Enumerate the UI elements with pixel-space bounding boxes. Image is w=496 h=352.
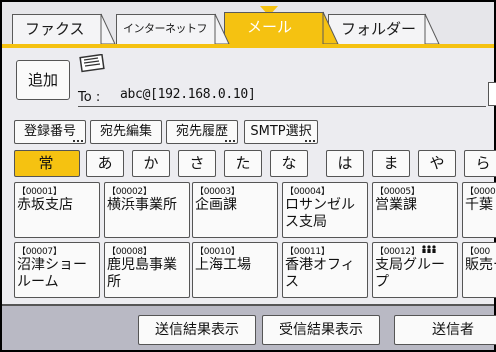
entry-code: 【00011】	[285, 247, 330, 257]
entry-code: 【00003】	[195, 187, 240, 197]
more-dots-icon	[305, 139, 315, 142]
index-tab-row: 常 用 あ か さ た な は ま や ら	[2, 148, 496, 197]
entry-name: 支局グループ	[375, 257, 445, 290]
entry-name: 沼津ショールーム	[17, 257, 87, 290]
destination-entry[interactable]: 【00002】 横浜事業所	[104, 182, 190, 238]
destination-grid: 【00001】 赤坂支店 【00002】 横浜事業所 【00003】 企画課 【000…	[2, 180, 496, 304]
received-results-button[interactable]: 受信結果表示	[262, 315, 380, 345]
tab-slants-icon	[100, 11, 440, 45]
destination-entry[interactable]: 【00010】 上海工場	[192, 242, 278, 298]
index-ra[interactable]: ら	[464, 150, 496, 177]
index-ka[interactable]: か	[132, 150, 170, 177]
entry-code: 【00005】	[375, 187, 420, 197]
destination-entry[interactable]: 【0000 千葉	[462, 182, 496, 238]
sent-results-button[interactable]: 送信結果表示	[138, 315, 256, 345]
to-label: To :	[78, 90, 101, 105]
entry-name: 香港オフィス	[285, 257, 355, 290]
destination-entry[interactable]: 【00005】 営業課	[372, 182, 458, 238]
entry-name: 上海工場	[195, 257, 251, 273]
entry-name: ロサンゼルス支局	[285, 197, 355, 230]
entry-code: 【0000	[465, 187, 496, 197]
smtp-select-button[interactable]: SMTP選択	[244, 120, 318, 144]
entry-name: 販売ープ	[465, 257, 496, 273]
edit-destination-button[interactable]: 宛先編集	[90, 120, 162, 144]
entry-code: 【00004】	[285, 187, 330, 197]
to-address: abc@[192.168.0.10]	[120, 87, 256, 102]
mail-icon	[79, 54, 105, 73]
destination-entry[interactable]: 【00007】 沼津ショールーム	[14, 242, 100, 298]
index-a[interactable]: あ	[86, 150, 124, 177]
entry-code: 【000	[465, 247, 490, 257]
bottom-bar: 送信結果表示 受信結果表示 送信者	[2, 304, 496, 350]
entry-name: 千葉	[465, 197, 493, 213]
destination-entry[interactable]: 【00003】 企画課	[192, 182, 278, 238]
index-ta[interactable]: た	[224, 150, 262, 177]
destination-entry[interactable]: 【00008】 鹿児島事業所	[104, 242, 190, 298]
entry-code: 【00001】	[17, 187, 62, 197]
index-ma[interactable]: ま	[372, 150, 410, 177]
sender-button[interactable]: 送信者	[394, 315, 496, 345]
function-button-row: 登録番号 宛先編集 宛先履歴 SMTP選択	[2, 116, 494, 148]
destination-entry[interactable]: 【000販売ープ	[462, 242, 496, 298]
index-na[interactable]: な	[270, 150, 308, 177]
entry-name: 鹿児島事業所	[107, 257, 177, 290]
device-screen: ファクス インターネットファクス メール フォルダー 追加 To : abc@[…	[0, 0, 496, 352]
destination-entry[interactable]: 【00001】 赤坂支店	[14, 182, 100, 238]
entry-name: 横浜事業所	[107, 197, 177, 213]
entry-code: 【00008】	[107, 247, 152, 257]
destination-entry[interactable]: 【00012】 支局グループ	[372, 242, 458, 298]
button-label: SMTP選択	[250, 124, 312, 139]
button-label: 登録番号	[23, 124, 76, 139]
index-sa[interactable]: さ	[178, 150, 216, 177]
destination-entry[interactable]: 【00004】 ロサンゼルス支局	[282, 182, 368, 238]
entry-code: 【00002】	[107, 187, 152, 197]
group-icon	[422, 245, 436, 253]
entry-name: 赤坂支店	[17, 197, 73, 213]
more-dots-icon	[73, 139, 83, 142]
scanner-panel: ファクス インターネットファクス メール フォルダー 追加 To : abc@[…	[2, 2, 496, 350]
registration-number-button[interactable]: 登録番号	[14, 120, 86, 144]
entry-code: 【00007】	[17, 247, 62, 257]
entry-name: 営業課	[375, 197, 417, 213]
entry-name: 企画課	[195, 197, 237, 213]
destination-history-button[interactable]: 宛先履歴	[166, 120, 238, 144]
button-label: 宛先履歴	[175, 124, 228, 139]
more-dots-icon	[225, 139, 235, 142]
scroll-button[interactable]	[488, 82, 496, 106]
add-destination-button[interactable]: 追加	[16, 60, 70, 100]
index-ha[interactable]: は	[326, 150, 364, 177]
entry-code: 【00010】	[195, 247, 240, 257]
destination-divider	[78, 106, 486, 107]
destination-row: 追加 To : abc@[192.168.0.10]	[2, 48, 496, 116]
index-common[interactable]: 常 用	[14, 150, 80, 197]
tab-bar: ファクス インターネットファクス メール フォルダー	[2, 2, 494, 63]
index-ya[interactable]: や	[418, 150, 456, 177]
entry-code: 【00012】	[375, 247, 420, 257]
destination-entry[interactable]: 【00011】 香港オフィス	[282, 242, 368, 298]
